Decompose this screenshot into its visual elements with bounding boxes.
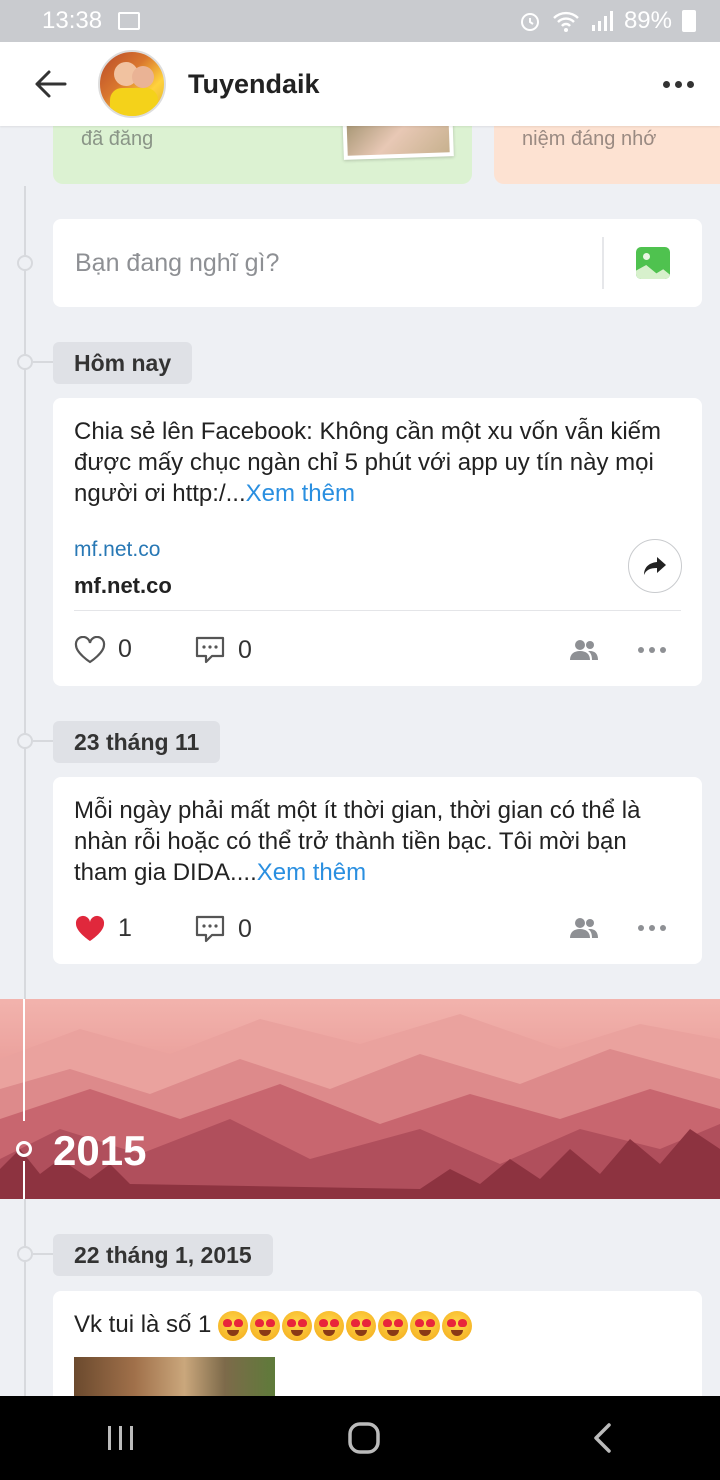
year-dot: [16, 1141, 32, 1157]
heart-icon: [74, 635, 106, 663]
timeline-connector: [33, 361, 53, 363]
timeline-dot: [17, 354, 33, 370]
like-count: 1: [118, 914, 132, 942]
timeline-line: [24, 186, 26, 999]
date-chip-2015: 22 tháng 1, 2015: [53, 1234, 273, 1276]
comment-icon: [195, 915, 225, 943]
recent-apps-icon[interactable]: [105, 1424, 137, 1452]
post-more-icon[interactable]: [638, 647, 666, 653]
comment-count: 0: [238, 635, 252, 664]
like-count: 0: [118, 635, 132, 663]
post-text[interactable]: Chia sẻ lên Facebook: Không cần một xu v…: [74, 416, 684, 509]
timeline-line: [24, 1199, 26, 1396]
year-label: 2015: [53, 1127, 147, 1174]
system-back-icon[interactable]: [591, 1422, 615, 1454]
timeline-line: [23, 1161, 25, 1199]
comment-button[interactable]: 0: [194, 914, 252, 944]
emoji-row: [218, 1310, 474, 1341]
gallery-notification-icon: [118, 12, 141, 30]
composer-divider: [602, 237, 604, 289]
heart-eyes-emoji-icon: [378, 1310, 409, 1341]
comment-icon: [195, 636, 225, 664]
link-url[interactable]: mf.net.co: [74, 538, 160, 562]
posted-card-text: đã đăng: [81, 128, 154, 150]
memories-card-text: niệm đáng nhớ: [522, 128, 657, 150]
share-icon: [644, 557, 666, 575]
heart-eyes-emoji-icon: [314, 1310, 345, 1341]
like-button[interactable]: 1: [74, 914, 132, 943]
profile-name[interactable]: Tuyendaik: [188, 69, 320, 100]
arrow-left-icon: [35, 70, 67, 98]
heart-eyes-emoji-icon: [218, 1310, 249, 1341]
heart-eyes-emoji-icon: [282, 1310, 313, 1341]
system-nav-bar: [0, 1396, 720, 1480]
see-more-link[interactable]: Xem thêm: [257, 859, 366, 886]
see-more-link[interactable]: Xem thêm: [246, 480, 355, 507]
image-icon[interactable]: [636, 247, 670, 279]
post-text[interactable]: Mỗi ngày phải mất một ít thời gian, thời…: [74, 795, 684, 888]
heart-eyes-emoji-icon: [346, 1310, 377, 1341]
timeline-dot: [17, 733, 33, 749]
alarm-icon: [520, 13, 539, 31]
timeline-dot: [17, 255, 33, 271]
like-button[interactable]: 0: [74, 635, 132, 664]
wifi-icon: [553, 11, 579, 32]
signal-icon: [591, 11, 613, 31]
status-time: 13:38: [42, 7, 103, 34]
home-icon[interactable]: [347, 1421, 381, 1455]
timeline-line: [23, 999, 25, 1121]
app-header: Tuyendaik: [0, 42, 720, 126]
friends-icon[interactable]: [569, 638, 599, 662]
date-chip-today: Hôm nay: [53, 342, 193, 384]
comment-count: 0: [238, 914, 252, 943]
battery-percent: 89%: [623, 7, 672, 34]
post-card[interactable]: Mỗi ngày phải mất một ít thời gian, thời…: [53, 777, 702, 964]
post-text[interactable]: Vk tui là số 1: [74, 1309, 684, 1341]
battery-icon: [682, 10, 696, 32]
back-button[interactable]: [0, 42, 100, 126]
timeline-connector: [33, 740, 53, 742]
friends-icon[interactable]: [569, 916, 599, 940]
link-title[interactable]: mf.net.co: [74, 573, 172, 599]
heart-eyes-emoji-icon: [410, 1310, 441, 1341]
post-composer[interactable]: Bạn đang nghĩ gì?: [53, 219, 702, 307]
status-icons: 89%: [518, 7, 696, 35]
share-button[interactable]: [628, 539, 682, 593]
heart-eyes-emoji-icon: [250, 1310, 281, 1341]
avatar[interactable]: [98, 50, 166, 118]
heart-eyes-emoji-icon: [442, 1310, 473, 1341]
timeline-dot: [17, 1246, 33, 1262]
year-banner: 2015: [0, 999, 720, 1199]
post-more-icon[interactable]: [638, 925, 666, 931]
heart-icon: [75, 915, 105, 941]
date-chip-nov23: 23 tháng 11: [53, 721, 221, 763]
composer-placeholder[interactable]: Bạn đang nghĩ gì?: [75, 249, 279, 278]
comment-button[interactable]: 0: [194, 635, 252, 665]
post-card[interactable]: Chia sẻ lên Facebook: Không cần một xu v…: [53, 398, 702, 686]
timeline-connector: [33, 1253, 53, 1255]
status-bar: 13:38 89%: [0, 0, 720, 42]
post-divider: [74, 610, 681, 611]
more-options-button[interactable]: [663, 80, 694, 88]
